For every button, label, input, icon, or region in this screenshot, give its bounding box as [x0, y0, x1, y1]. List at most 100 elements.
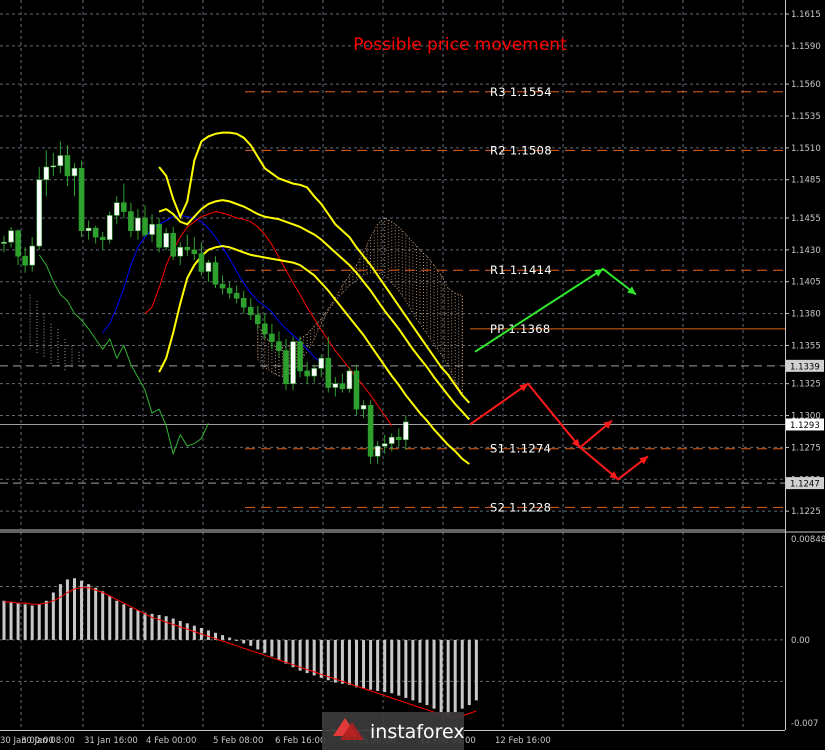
candle-body — [353, 370, 360, 410]
macd-bar — [65, 579, 69, 640]
candle-body — [233, 292, 240, 299]
price-tag-label: 1.1247 — [790, 480, 820, 490]
y-tick-label: 1.1275 — [791, 443, 821, 453]
candle-body — [121, 202, 127, 212]
macd-bar — [284, 639, 288, 664]
y-tick-label: 1.1405 — [791, 278, 821, 288]
y-tick-label: 1.1380 — [791, 310, 821, 320]
candle-body — [339, 383, 346, 390]
macd-bar — [136, 610, 140, 640]
macd-bar — [235, 639, 239, 641]
macd-bar — [164, 616, 168, 640]
x-tick-label: 31 Jan 16:00 — [84, 736, 138, 746]
macd-bar — [347, 639, 351, 685]
macd-bar — [108, 596, 112, 640]
x-tick-label: 30 Jan 08:00 — [21, 736, 75, 746]
candle-body — [403, 421, 409, 441]
candle-body — [163, 232, 169, 248]
macd-bar — [270, 639, 274, 657]
y-tick-label: 1.1430 — [791, 246, 821, 256]
candle-body — [205, 262, 212, 272]
candle-body — [57, 155, 64, 167]
macd-bar — [185, 623, 189, 640]
candle-body — [255, 314, 261, 325]
price-tag-label: 1.1339 — [790, 362, 820, 372]
candle-body — [226, 287, 233, 294]
candle-body — [142, 217, 148, 235]
candle-body — [15, 230, 21, 257]
candle-body — [283, 350, 289, 384]
macd-bar — [143, 612, 147, 640]
y-tick-label: 1.1615 — [791, 10, 821, 20]
y-tick-label: 1.1355 — [791, 341, 821, 351]
candle-body — [71, 167, 78, 177]
candle-body — [22, 255, 28, 266]
candle-body — [64, 155, 71, 177]
macd-bar — [122, 604, 126, 640]
y-tick-label: 1.1590 — [791, 42, 821, 52]
candle-body — [240, 297, 247, 308]
macd-bar — [23, 604, 27, 640]
candle-body — [381, 443, 388, 447]
candle-body — [92, 227, 99, 238]
price-chart: R3 1.1554 R2 1.1508 R1 1.1414 PP 1.1368 S1 1… — [0, 0, 825, 750]
macd-bar — [242, 639, 246, 644]
candle-body — [149, 224, 155, 235]
candle-body — [262, 323, 268, 335]
y-tick-label: 1.1455 — [791, 214, 821, 224]
candle-body — [85, 227, 92, 232]
macd-bar — [460, 639, 464, 709]
macd-bar — [87, 584, 91, 640]
candle-body — [247, 306, 254, 316]
level-label: R1 1.1414 — [490, 263, 552, 277]
macd-bar — [446, 639, 450, 715]
macd-bar — [362, 639, 366, 689]
x-tick-label: 5 Feb 08:00 — [213, 736, 263, 746]
macd-tick-label: 0.00848 — [791, 535, 825, 545]
y-tick-label: 1.1560 — [791, 80, 821, 90]
macd-bar — [404, 639, 408, 698]
macd-bar — [390, 639, 394, 694]
candle-body — [332, 383, 339, 388]
candle-body — [78, 167, 85, 232]
macd-tick-label: -0.007 — [791, 719, 818, 729]
candle-body — [311, 368, 318, 377]
macd-bar — [291, 639, 295, 668]
candle-body — [346, 370, 353, 390]
macd-bar — [37, 604, 41, 640]
y-tick-label: 1.1225 — [791, 507, 821, 517]
macd-bar — [369, 639, 373, 690]
candle-body — [318, 357, 325, 369]
candle-body — [36, 179, 43, 247]
logo-text: instaforex — [370, 721, 465, 743]
candle-body — [170, 232, 176, 257]
candle-body — [184, 246, 191, 251]
macd-bar — [263, 639, 267, 653]
macd-bar — [115, 600, 119, 640]
macd-bar — [129, 607, 133, 640]
candle-body — [156, 224, 162, 248]
macd-bar — [326, 639, 330, 681]
candle-body — [8, 230, 14, 243]
level-label: S1 1.1274 — [490, 442, 551, 456]
level-label: S2 1.1228 — [490, 500, 551, 514]
macd-bar — [58, 584, 62, 640]
macd-bar — [44, 600, 48, 640]
macd-bar — [340, 639, 344, 684]
macd-bar — [80, 580, 84, 640]
candle-body — [99, 236, 106, 240]
macd-bar — [298, 639, 302, 671]
candle-body — [29, 245, 36, 266]
macd-bar — [30, 605, 34, 640]
candle-body — [367, 405, 374, 457]
macd-bar — [439, 639, 443, 713]
macd-bar — [249, 639, 253, 646]
candle-body — [198, 253, 205, 272]
level-label: R3 1.1554 — [490, 85, 552, 99]
macd-bar — [383, 639, 387, 693]
candle-body — [106, 215, 113, 240]
macd-bar — [432, 639, 436, 709]
level-label: PP 1.1368 — [490, 322, 550, 336]
macd-bar — [9, 601, 13, 640]
macd-bar — [2, 600, 6, 640]
